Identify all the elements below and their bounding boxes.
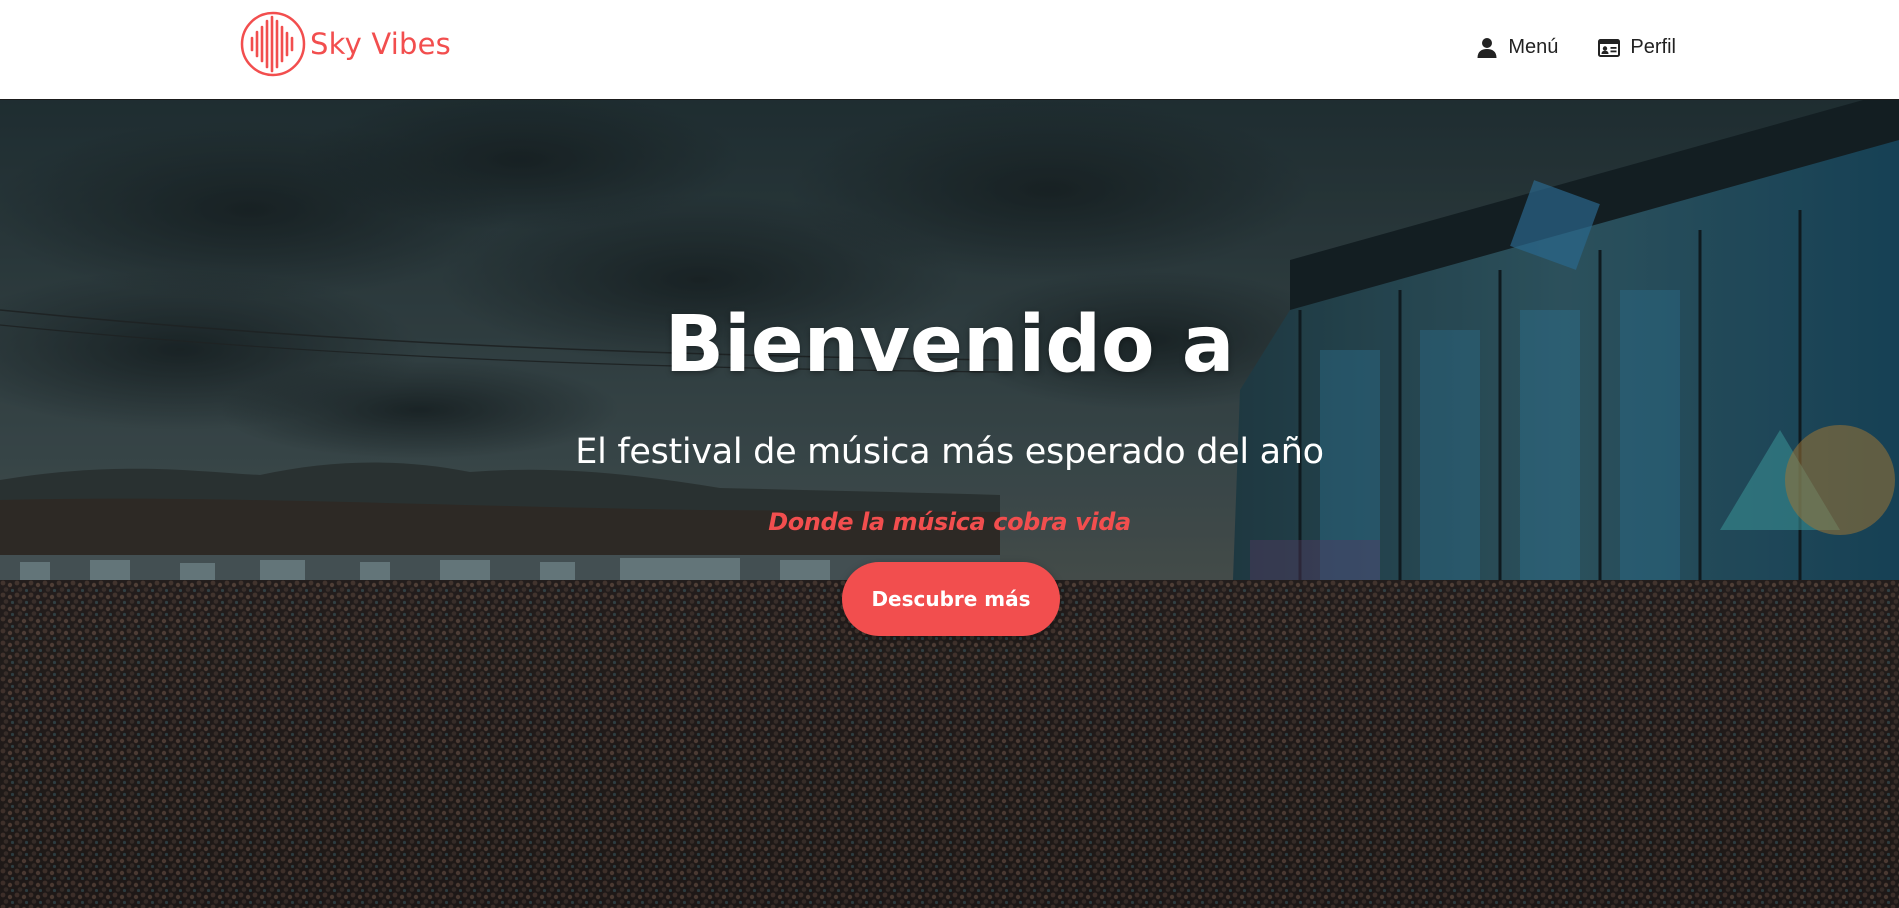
brand-home-link[interactable]: Sky Vibes [240, 10, 451, 78]
hero-overlay [0, 100, 1899, 908]
id-card-icon [1598, 38, 1621, 57]
nav-profile-label: Perfil [1630, 36, 1676, 58]
soundwave-logo-icon [240, 11, 306, 77]
hero-section: Bienvenido a El festival de música más e… [0, 100, 1899, 908]
nav-profile-link[interactable]: Perfil [1598, 36, 1676, 59]
nav-menu-link[interactable]: Menú [1476, 36, 1558, 59]
hero-title: Bienvenido a [664, 300, 1235, 390]
nav-menu-label: Menú [1508, 36, 1559, 58]
hero-tagline: Donde la música cobra vida [768, 508, 1131, 536]
brand-name: Sky Vibes [310, 27, 451, 61]
user-icon [1477, 37, 1497, 58]
main-nav: Menú Perfil [1476, 36, 1676, 59]
discover-more-button[interactable]: Descubre más [842, 562, 1060, 636]
hero-subtitle: El festival de música más esperado del a… [575, 432, 1324, 472]
navbar: Sky Vibes Menú Perfil [0, 0, 1899, 100]
